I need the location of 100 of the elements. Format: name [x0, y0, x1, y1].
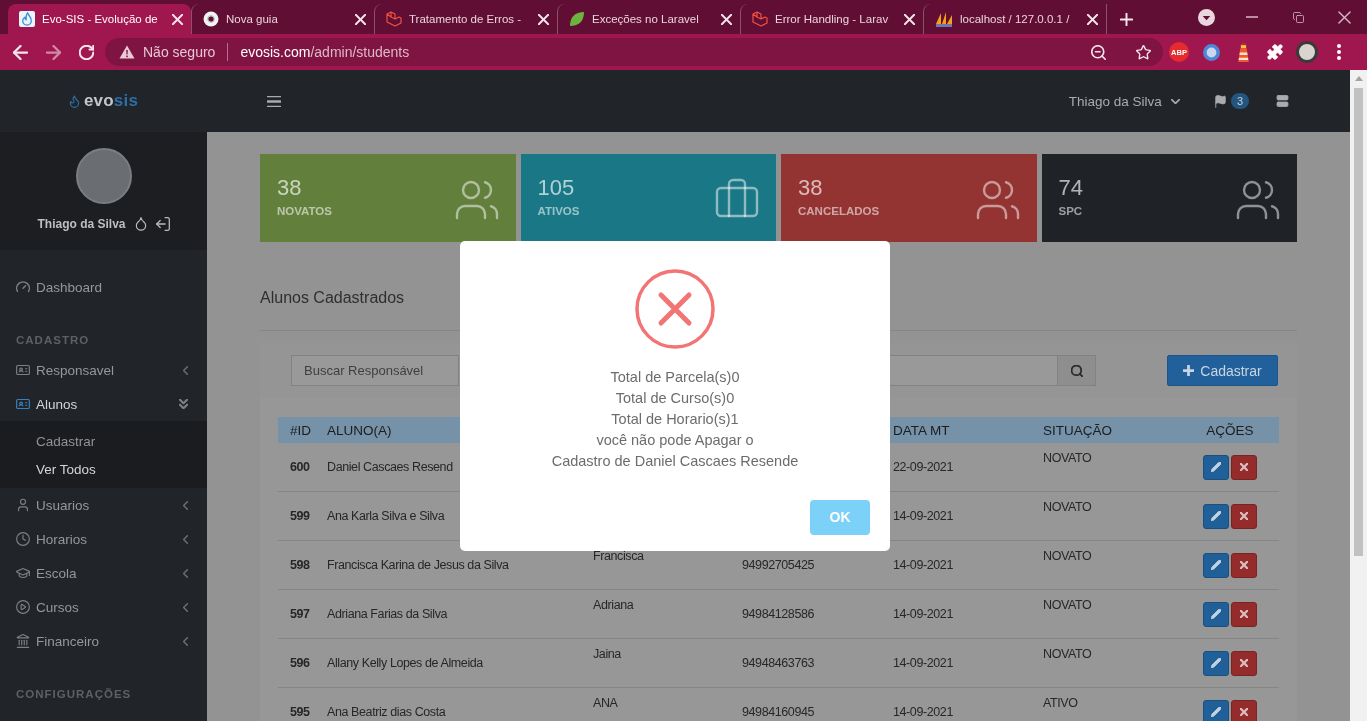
scrollbar-thumb[interactable]: [1354, 88, 1363, 556]
clock-icon: [16, 532, 30, 546]
table-cell: NOVATO: [1043, 598, 1092, 612]
add-button[interactable]: Cadastrar: [1167, 355, 1278, 386]
chevron-left-icon: [183, 365, 188, 375]
stat-label: CANCELADOS: [798, 205, 880, 217]
column-header: #ID: [289, 422, 311, 438]
table-cell: 595: [290, 705, 310, 719]
pencil-icon: [1211, 609, 1221, 619]
user-menu[interactable]: Thiago da Silva: [1068, 93, 1180, 109]
chevron-left-icon: [183, 636, 188, 646]
dialog-message: Total de Parcela(s)0 Total de Curso(s)0 Total de Horario(s)1 você não pode Apagar o Cadastro de Daniel Cascaes Resende: [551, 367, 799, 471]
chevron-down-icon: [1170, 98, 1180, 104]
user-icon: [16, 498, 30, 512]
menu-icon[interactable]: [267, 95, 281, 107]
circle-logo-icon: [203, 11, 219, 27]
back-icon[interactable]: [13, 44, 28, 60]
reload-icon[interactable]: [79, 44, 94, 60]
leaf-icon: [569, 11, 585, 27]
droplet-icon[interactable]: [134, 216, 147, 231]
menu-item[interactable]: Usuarios: [0, 488, 207, 522]
search-field[interactable]: Buscar Responsável: [291, 355, 459, 386]
pencil-icon: [1211, 462, 1221, 472]
menu-item[interactable]: Responsavel: [0, 353, 207, 387]
user-name: Thiago da Silva: [37, 216, 126, 231]
table-cell: Francisca Karina de Jesus da Silva: [327, 558, 509, 572]
table-cell: NOVATO: [1043, 549, 1092, 563]
table-cell: NOVATO: [1043, 451, 1092, 465]
browser-tab[interactable]: Evo-SIS - Evolução de: [8, 4, 191, 34]
puzzle-icon[interactable]: [1267, 44, 1283, 60]
delete-button[interactable]: [1231, 601, 1257, 627]
table-cell: 14-09-2021: [893, 607, 953, 621]
table-cell: Daniel Cascaes Resend: [327, 460, 453, 474]
bank-icon: [16, 634, 30, 648]
flame-icon: [68, 94, 80, 108]
table-cell: 600: [290, 460, 310, 474]
error-icon: [635, 268, 715, 349]
stat-label: SPC: [1058, 205, 1083, 217]
new-tab-icon[interactable]: [1120, 12, 1133, 26]
chevron-left-icon: [183, 534, 188, 544]
delete-button[interactable]: [1231, 650, 1257, 676]
edit-button[interactable]: [1203, 503, 1229, 529]
security-label[interactable]: Não seguro: [143, 44, 216, 60]
menu-item[interactable]: Financeiro: [0, 624, 207, 658]
menu-item[interactable]: Cursos: [0, 590, 207, 624]
column-header: SITUAÇÃO: [1042, 422, 1112, 438]
cube-logo-icon: [752, 11, 768, 27]
edit-button[interactable]: [1203, 650, 1229, 676]
delete-button[interactable]: [1231, 699, 1257, 721]
table-cell: ANA: [593, 696, 618, 710]
notifications-button[interactable]: 3: [1213, 93, 1249, 109]
menu-item[interactable]: Escola: [0, 556, 207, 590]
restore-icon[interactable]: [1292, 11, 1304, 23]
ring-icon[interactable]: [1202, 43, 1220, 61]
table-cell: 598: [290, 558, 310, 572]
column-header: DATA MT: [892, 422, 950, 438]
delete-button[interactable]: [1231, 552, 1257, 578]
avatar[interactable]: [1296, 41, 1318, 63]
submenu-item[interactable]: Ver Todos: [0, 455, 207, 483]
table-cell: NOVATO: [1043, 647, 1092, 661]
more-icon[interactable]: [1337, 44, 1341, 60]
x-icon: [1240, 708, 1248, 716]
address-bar[interactable]: Não seguro evosis.com/admin/students: [105, 38, 1163, 66]
table-cell: 14-09-2021: [893, 558, 953, 572]
zoom-out-icon[interactable]: [1091, 44, 1106, 60]
edit-button[interactable]: [1203, 454, 1229, 480]
table-cell: Allany Kelly Lopes de Almeida: [327, 656, 483, 670]
stat-value: 38: [798, 176, 824, 200]
close-icon[interactable]: [1337, 10, 1351, 24]
edit-button[interactable]: [1203, 601, 1229, 627]
table-cell: 14-09-2021: [893, 705, 953, 719]
table-cell: 94984128586: [742, 607, 815, 621]
logout-icon[interactable]: [155, 216, 170, 231]
edit-button[interactable]: [1203, 552, 1229, 578]
table-cell: Adriana Farias da Silva: [327, 607, 448, 621]
bookmark-star-icon[interactable]: [1136, 44, 1151, 60]
graduation-cap-icon: [16, 566, 30, 580]
table-cell: 14-09-2021: [893, 509, 953, 523]
menu-item[interactable]: Dashboard: [0, 270, 207, 304]
search-button[interactable]: [1058, 355, 1096, 386]
table-cell: Ana Karla Silva e Silva: [327, 509, 445, 523]
menu-item[interactable]: Horarios: [0, 522, 207, 556]
server-icon[interactable]: [1275, 95, 1290, 107]
table-cell: Adriana: [593, 598, 634, 612]
pencil-icon: [1211, 658, 1221, 668]
submenu-item[interactable]: Cadastrar: [0, 427, 207, 455]
lighthouse-icon[interactable]: [1236, 42, 1250, 62]
delete-button[interactable]: [1231, 503, 1257, 529]
cube-logo-icon: [386, 11, 402, 27]
edit-button[interactable]: [1203, 699, 1229, 721]
table-cell: 599: [290, 509, 310, 523]
stat-value: 74: [1058, 176, 1083, 200]
menu-item[interactable]: Alunos: [0, 387, 207, 421]
dropdown-icon[interactable]: [1197, 8, 1215, 26]
x-icon: [1240, 561, 1248, 569]
delete-button[interactable]: [1231, 454, 1257, 480]
forward-icon[interactable]: [46, 44, 61, 60]
x-icon: [1240, 659, 1248, 667]
pencil-icon: [1211, 560, 1221, 570]
double-chevron-down-icon: [179, 399, 188, 409]
